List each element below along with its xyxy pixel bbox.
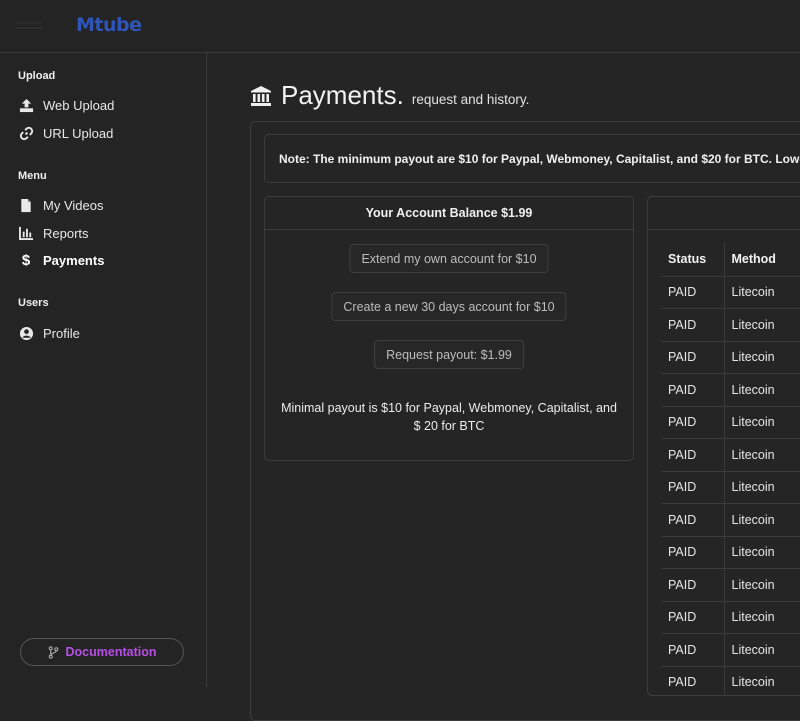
table-row: PAID Litecoin	[661, 276, 800, 309]
payment-history-card: Status Method PAID Litecoin PAID Litecoin PA…	[647, 196, 800, 696]
table-row: PAID Litecoin	[661, 471, 800, 504]
sidebar-item-label: URL Upload	[43, 125, 114, 141]
documentation-button[interactable]: Documentation	[20, 638, 184, 666]
status-cell: PAID	[661, 666, 725, 695]
table-row: PAID Litecoin	[661, 666, 800, 695]
sidebar-item-label: Payments	[43, 252, 105, 268]
table-header-row: Status Method	[661, 243, 800, 277]
menu-line	[16, 22, 42, 24]
history-header	[648, 197, 800, 230]
method-cell: Litecoin	[724, 503, 800, 537]
top-bar: Mtube	[0, 0, 800, 53]
chart-icon	[18, 225, 34, 241]
table-row: PAID Litecoin	[661, 601, 800, 634]
method-cell: Litecoin	[724, 341, 800, 374]
user-circle-icon	[18, 325, 34, 341]
request-payout-button[interactable]: Request payout: $1.99	[374, 340, 524, 369]
status-cell: PAID	[661, 276, 725, 309]
status-cell: PAID	[661, 503, 725, 537]
sidebar-item-reports[interactable]: Reports	[18, 222, 89, 244]
table-row: PAID Litecoin	[661, 406, 800, 439]
payment-history-table: Status Method PAID Litecoin PAID Litecoin PA…	[661, 243, 800, 695]
create-account-button[interactable]: Create a new 30 days account for $10	[331, 292, 567, 321]
menu-line	[16, 27, 42, 29]
method-cell: Litecoin	[724, 471, 800, 504]
status-cell: PAID	[661, 568, 725, 602]
method-cell: Litecoin	[724, 438, 800, 472]
minimal-payout-note: Minimal payout is $10 for Paypal, Webmon…	[281, 401, 617, 433]
table-row: PAID Litecoin	[661, 503, 800, 537]
method-cell: Litecoin	[724, 568, 800, 602]
page-title: Payments. request and history.	[249, 80, 529, 111]
balance-header: Your Account Balance $1.99	[265, 197, 633, 230]
table-row: PAID Litecoin	[661, 438, 800, 472]
status-cell: PAID	[661, 438, 725, 472]
bank-icon	[249, 84, 273, 108]
git-branch-icon	[48, 645, 59, 659]
sidebar: Upload Web Upload URL Upload Menu My Vid…	[0, 53, 207, 687]
extend-account-button[interactable]: Extend my own account for $10	[349, 244, 549, 273]
table-row: PAID Litecoin	[661, 308, 800, 342]
status-cell: PAID	[661, 471, 725, 504]
logo[interactable]: Mtube	[76, 14, 142, 36]
sidebar-item-payments[interactable]: $ Payments	[18, 249, 105, 271]
payout-note: Note: The minimum payout are $10 for Pay…	[264, 134, 800, 183]
menu-toggle[interactable]	[16, 22, 42, 32]
table-row: PAID Litecoin	[661, 536, 800, 569]
sidebar-item-web-upload[interactable]: Web Upload	[18, 94, 114, 116]
sidebar-item-profile[interactable]: Profile	[18, 322, 80, 344]
sidebar-item-label: Reports	[43, 225, 89, 241]
sidebar-section-upload: Upload	[18, 70, 56, 82]
method-cell: Litecoin	[724, 276, 800, 309]
balance-card: Your Account Balance $1.99 Extend my own…	[264, 196, 634, 461]
sidebar-item-my-videos[interactable]: My Videos	[18, 194, 103, 216]
upload-icon	[18, 97, 34, 113]
sidebar-item-url-upload[interactable]: URL Upload	[18, 122, 113, 144]
sidebar-item-label: My Videos	[43, 197, 104, 213]
sidebar-item-label: Web Upload	[43, 97, 115, 113]
status-cell: PAID	[661, 406, 725, 439]
column-header-status[interactable]: Status	[661, 243, 725, 277]
status-cell: PAID	[661, 308, 725, 342]
column-header-method[interactable]: Method	[724, 243, 800, 277]
method-cell: Litecoin	[724, 308, 800, 342]
status-cell: PAID	[661, 601, 725, 634]
status-cell: PAID	[661, 341, 725, 374]
file-icon	[18, 197, 34, 213]
method-cell: Litecoin	[724, 666, 800, 695]
method-cell: Litecoin	[724, 601, 800, 634]
status-cell: PAID	[661, 536, 725, 569]
status-cell: PAID	[661, 633, 725, 667]
method-cell: Litecoin	[724, 633, 800, 667]
page-subheading: request and history.	[411, 92, 530, 107]
status-cell: PAID	[661, 373, 725, 407]
sidebar-section-menu: Menu	[18, 170, 47, 182]
method-cell: Litecoin	[724, 406, 800, 439]
page-heading: Payments.	[281, 80, 404, 110]
method-cell: Litecoin	[724, 373, 800, 407]
table-row: PAID Litecoin	[661, 568, 800, 602]
dollar-icon: $	[21, 251, 31, 269]
table-row: PAID Litecoin	[661, 341, 800, 374]
documentation-label: Documentation	[65, 645, 157, 659]
method-cell: Litecoin	[724, 536, 800, 569]
table-row: PAID Litecoin	[661, 633, 800, 667]
sidebar-item-label: Profile	[43, 325, 80, 341]
table-row: PAID Litecoin	[661, 373, 800, 407]
sidebar-section-users: Users	[18, 297, 49, 309]
link-icon	[18, 125, 34, 141]
